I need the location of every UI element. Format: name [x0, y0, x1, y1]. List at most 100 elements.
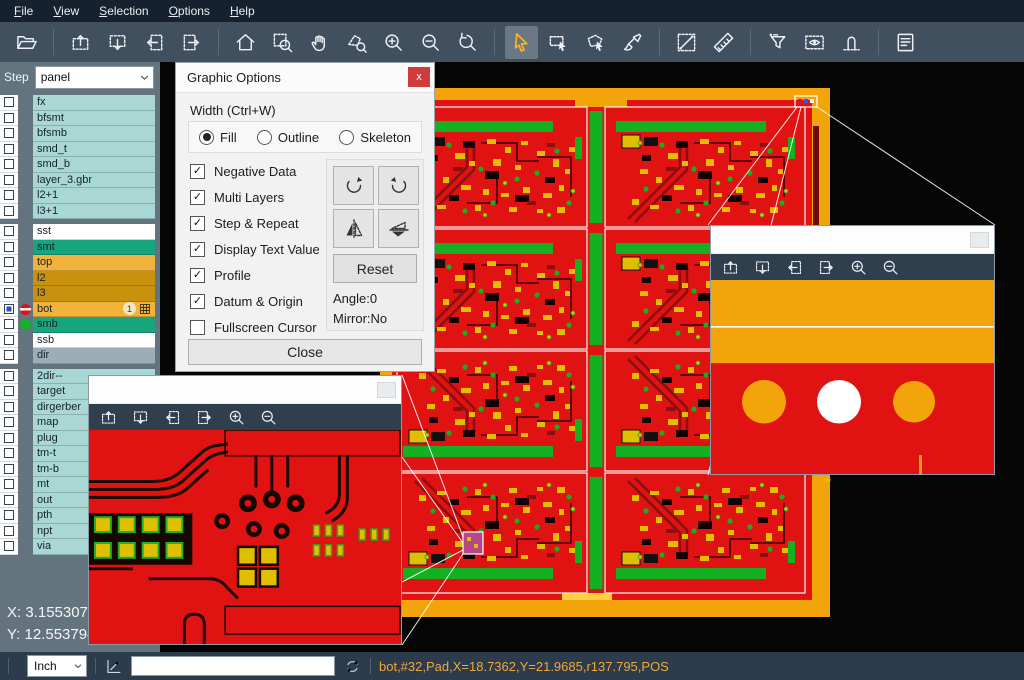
layer-checkbox[interactable]: [4, 304, 14, 314]
panel-up-button[interactable]: [97, 406, 120, 429]
layer-checkbox-cell[interactable]: [0, 126, 18, 142]
layer-checkbox-cell[interactable]: [0, 431, 18, 447]
layer-checkbox-cell[interactable]: [0, 333, 18, 349]
layer-checkbox[interactable]: [4, 226, 14, 236]
checkbox-profile[interactable]: Profile: [190, 262, 330, 288]
radio-fill[interactable]: Fill: [199, 130, 237, 145]
zoom-out-button[interactable]: [257, 406, 280, 429]
radio-outline[interactable]: Outline: [257, 130, 319, 145]
layer-checkbox[interactable]: [4, 273, 14, 283]
layer-checkbox[interactable]: [4, 350, 14, 360]
layer-checkbox-cell[interactable]: [0, 286, 18, 302]
layer-name[interactable]: l2: [33, 271, 155, 287]
layer-checkbox[interactable]: [4, 159, 14, 169]
menu-help[interactable]: Help: [220, 2, 265, 20]
magnifier-window-bottom-left[interactable]: [88, 375, 402, 645]
layer-checkbox[interactable]: [4, 448, 14, 458]
open-button[interactable]: [10, 26, 43, 59]
layer-checkbox-cell[interactable]: [0, 111, 18, 127]
checkbox-step-repeat[interactable]: Step & Repeat: [190, 210, 330, 236]
panel-down-button[interactable]: [751, 256, 774, 279]
pan-button[interactable]: [303, 26, 336, 59]
layer-name[interactable]: top: [33, 255, 155, 271]
close-button[interactable]: Close: [188, 339, 422, 365]
panel-up-button[interactable]: [64, 26, 97, 59]
layer-checkbox-cell[interactable]: [0, 188, 18, 204]
layer-checkbox[interactable]: [4, 257, 14, 267]
zoom-window-button[interactable]: [266, 26, 299, 59]
panel-up-button[interactable]: [719, 256, 742, 279]
layer-checkbox-cell[interactable]: [0, 508, 18, 524]
window-close-button[interactable]: [970, 232, 989, 248]
panel-down-button[interactable]: [101, 26, 134, 59]
layer-name[interactable]: dir: [33, 348, 155, 364]
layer-checkbox-cell[interactable]: [0, 142, 18, 158]
layer-checkbox-cell[interactable]: [0, 524, 18, 540]
report-button[interactable]: [889, 26, 922, 59]
view-filter-button[interactable]: [798, 26, 831, 59]
layer-checkbox[interactable]: [4, 128, 14, 138]
layer-checkbox-cell[interactable]: [0, 539, 18, 555]
layer-checkbox-cell[interactable]: [0, 446, 18, 462]
measure-line-button[interactable]: [670, 26, 703, 59]
panel-left-button[interactable]: [783, 256, 806, 279]
layer-checkbox[interactable]: [4, 541, 14, 551]
zoom-previous-button[interactable]: [451, 26, 484, 59]
select-button[interactable]: [505, 26, 538, 59]
layer-checkbox-cell[interactable]: [0, 204, 18, 220]
layer-checkbox[interactable]: [4, 288, 14, 298]
layer-checkbox-cell[interactable]: [0, 348, 18, 364]
zoom-in-button[interactable]: [847, 256, 870, 279]
layer-checkbox-cell[interactable]: [0, 415, 18, 431]
layer-name[interactable]: smd_b: [33, 157, 155, 173]
layer-checkbox[interactable]: [4, 206, 14, 216]
layer-checkbox[interactable]: [4, 113, 14, 123]
zoom-object-button[interactable]: [340, 26, 373, 59]
layer-checkbox[interactable]: [4, 319, 14, 329]
snap-button[interactable]: [835, 26, 868, 59]
menu-file[interactable]: File: [4, 2, 43, 20]
layer-checkbox[interactable]: [4, 479, 14, 489]
layer-checkbox[interactable]: [4, 386, 14, 396]
mirror-y-button[interactable]: [378, 209, 419, 248]
layer-checkbox-cell[interactable]: [0, 240, 18, 256]
checkbox-fullscreen-cursor[interactable]: Fullscreen Cursor: [190, 314, 330, 340]
layer-name[interactable]: smd_t: [33, 142, 155, 158]
layer-checkbox-cell[interactable]: [0, 95, 18, 111]
layer-checkbox-cell[interactable]: [0, 317, 18, 333]
checkbox-datum-origin[interactable]: Datum & Origin: [190, 288, 330, 314]
layer-checkbox[interactable]: [4, 417, 14, 427]
checkbox-negative-data[interactable]: Negative Data: [190, 158, 330, 184]
layer-checkbox-cell[interactable]: [0, 493, 18, 509]
layer-name[interactable]: smb: [33, 317, 155, 333]
layer-checkbox[interactable]: [4, 464, 14, 474]
dialog-close-icon[interactable]: x: [408, 67, 430, 87]
magnifier-content[interactable]: [89, 430, 401, 644]
layer-checkbox[interactable]: [4, 371, 14, 381]
unit-select[interactable]: Inch: [27, 655, 87, 677]
layer-checkbox-cell[interactable]: [0, 271, 18, 287]
zoom-out-button[interactable]: [879, 256, 902, 279]
menu-options[interactable]: Options: [159, 2, 220, 20]
layer-checkbox[interactable]: [4, 433, 14, 443]
panel-right-button[interactable]: [175, 26, 208, 59]
magnifier-content[interactable]: [711, 280, 994, 474]
panel-down-button[interactable]: [129, 406, 152, 429]
panel-right-button[interactable]: [193, 406, 216, 429]
layer-checkbox-cell[interactable]: [0, 173, 18, 189]
layer-name[interactable]: bot1: [33, 302, 155, 318]
layer-checkbox-cell[interactable]: [0, 157, 18, 173]
layer-checkbox-cell[interactable]: [0, 302, 18, 318]
layer-checkbox[interactable]: [4, 175, 14, 185]
angle-icon[interactable]: [104, 657, 123, 676]
layer-checkbox[interactable]: [4, 510, 14, 520]
layer-name[interactable]: smt: [33, 240, 155, 256]
layer-checkbox[interactable]: [4, 526, 14, 536]
layer-checkbox-cell[interactable]: [0, 477, 18, 493]
layer-name[interactable]: l3+1: [33, 204, 155, 220]
reset-button[interactable]: Reset: [333, 254, 417, 283]
panel-left-button[interactable]: [138, 26, 171, 59]
layer-checkbox-cell[interactable]: [0, 400, 18, 416]
layer-name[interactable]: l3: [33, 286, 155, 302]
magnifier-window-top-right[interactable]: [710, 225, 995, 475]
